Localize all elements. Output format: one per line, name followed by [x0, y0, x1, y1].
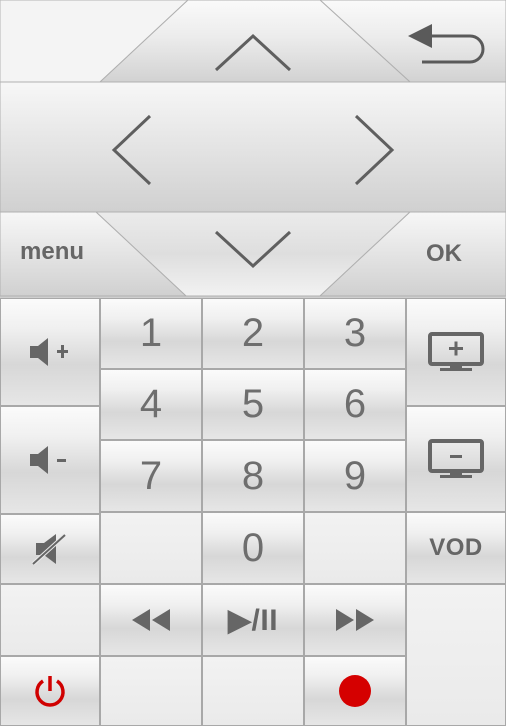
key-7-label: 7 — [139, 453, 163, 498]
blank-left-1 — [0, 584, 100, 656]
ok-label: OK — [426, 240, 462, 267]
key-3[interactable]: 3 — [304, 298, 406, 369]
play-pause-button[interactable]: ▶/II — [202, 584, 304, 656]
fast-forward-button[interactable] — [304, 584, 406, 656]
volume-down-button[interactable] — [0, 406, 100, 514]
key-5[interactable]: 5 — [202, 369, 304, 440]
channel-down-button[interactable] — [406, 406, 506, 512]
blank-key-right — [304, 512, 406, 584]
blank-right-bottom — [406, 584, 506, 726]
blank-bottom-2 — [202, 656, 304, 726]
key-0[interactable]: 0 — [202, 512, 304, 584]
mute-button[interactable] — [0, 514, 100, 584]
volume-up-icon — [30, 338, 68, 366]
vod-label: VOD — [429, 534, 483, 561]
key-7[interactable]: 7 — [100, 440, 202, 512]
key-4[interactable]: 4 — [100, 369, 202, 440]
fast-forward-icon — [336, 609, 374, 631]
key-6[interactable]: 6 — [304, 369, 406, 440]
power-button[interactable] — [0, 656, 100, 726]
key-3-label: 3 — [343, 311, 367, 355]
play-pause-icon: ▶/II — [227, 603, 279, 637]
key-6-label: 6 — [343, 382, 367, 426]
channel-up-icon — [428, 332, 484, 371]
key-5-label: 5 — [241, 382, 265, 426]
volume-up-button[interactable] — [0, 298, 100, 406]
record-button[interactable] — [304, 656, 406, 726]
blank-bottom-1 — [100, 656, 202, 726]
key-0-label: 0 — [241, 525, 265, 570]
channel-down-icon — [428, 439, 484, 478]
key-9[interactable]: 9 — [304, 440, 406, 512]
remote-control: menu OK 1 2 3 4 5 6 7 8 9 0 ▶/II VOD — [0, 0, 506, 726]
power-icon — [35, 676, 65, 707]
rewind-icon — [132, 609, 170, 631]
key-2-label: 2 — [241, 311, 265, 355]
volume-down-icon — [30, 446, 66, 474]
key-2[interactable]: 2 — [202, 298, 304, 369]
vod-button[interactable]: VOD — [406, 512, 506, 584]
key-8[interactable]: 8 — [202, 440, 304, 512]
blank-key-left — [100, 512, 202, 584]
key-8-label: 8 — [241, 453, 265, 498]
key-4-label: 4 — [139, 382, 163, 426]
channel-up-button[interactable] — [406, 298, 506, 406]
rewind-button[interactable] — [100, 584, 202, 656]
key-1[interactable]: 1 — [100, 298, 202, 369]
key-1-label: 1 — [139, 311, 163, 355]
record-icon — [339, 675, 371, 707]
key-9-label: 9 — [343, 453, 367, 498]
mute-icon — [31, 533, 67, 565]
left-right-band[interactable] — [0, 81, 506, 213]
menu-label: menu — [20, 238, 85, 265]
